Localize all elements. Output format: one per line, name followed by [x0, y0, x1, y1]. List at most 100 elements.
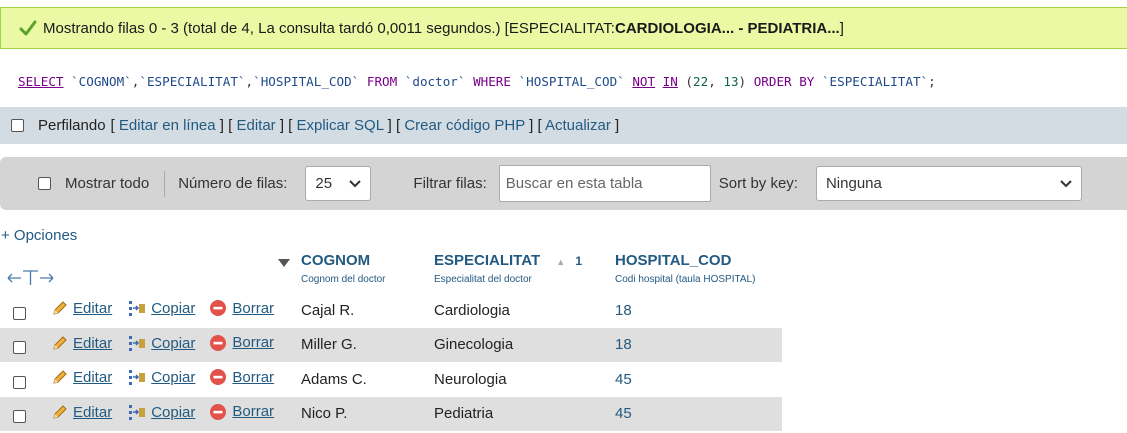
- delete-label: Borrar: [232, 334, 275, 352]
- cell-cognom[interactable]: Cajal R.: [297, 293, 430, 328]
- sort-order: 1: [575, 254, 583, 268]
- cell-hospital-cod[interactable]: 18: [611, 293, 782, 328]
- sql-token: FROM: [366, 73, 398, 89]
- edit-row-link[interactable]: Editar: [51, 335, 112, 352]
- row-checkbox[interactable]: [13, 410, 26, 424]
- sql-token: `HOSPITAL_COD`: [253, 73, 360, 89]
- cell-especialitat[interactable]: Cardiologia: [430, 293, 611, 328]
- copy-icon: [128, 404, 146, 421]
- edit-row-link[interactable]: Editar: [51, 369, 112, 386]
- explain-sql-link[interactable]: Explicar SQL: [297, 117, 384, 134]
- profiling-label: Perfilando: [38, 117, 106, 134]
- column-name: HOSPITAL_COD: [615, 252, 732, 269]
- profiling-checkbox[interactable]: [11, 119, 24, 132]
- copy-icon: [128, 335, 146, 352]
- copy-label: Copiar: [151, 403, 196, 421]
- sql-token: ): [738, 73, 754, 89]
- navigation-bar: Mostrar todo Número de filas: 25 Filtrar…: [0, 157, 1127, 210]
- copy-row-link[interactable]: Copiar: [128, 404, 195, 421]
- delete-label: Borrar: [232, 299, 275, 317]
- copy-row-link[interactable]: Copiar: [128, 335, 195, 352]
- create-php-link[interactable]: Crear código PHP: [404, 117, 525, 134]
- divider: [164, 170, 166, 197]
- row-actions: Editar Copiar Borrar: [0, 293, 297, 328]
- copy-row-link[interactable]: Copiar: [128, 369, 195, 386]
- edit-link[interactable]: Editar: [236, 117, 275, 134]
- rows-label: Número de filas:: [178, 175, 288, 192]
- sort-label: Sort by key:: [718, 175, 798, 192]
- pencil-icon: [51, 404, 68, 421]
- sql-token[interactable]: SELECT: [18, 74, 64, 89]
- sql-token: ,: [245, 73, 254, 89]
- delete-row-link[interactable]: Borrar: [209, 368, 274, 386]
- filter-input[interactable]: Buscar en esta tabla: [498, 165, 711, 202]
- edit-row-link[interactable]: Editar: [51, 404, 112, 421]
- profiling-bar: Perfilando [ Editar en línea ] [ Editar …: [0, 107, 1127, 144]
- sort-select[interactable]: Ninguna: [815, 166, 1082, 201]
- rows-select[interactable]: 25: [305, 166, 372, 201]
- options-link[interactable]: + Opciones: [1, 227, 77, 244]
- table-row: Editar Copiar Borrar Miller G. Ginecologia 18: [0, 327, 782, 362]
- refresh-link[interactable]: Actualizar: [545, 117, 611, 134]
- sql-token: `HOSPITAL_COD`: [518, 73, 625, 89]
- cell-cognom[interactable]: Nico P.: [297, 396, 430, 431]
- edit-row-link[interactable]: Editar: [51, 300, 112, 317]
- table-row: Editar Copiar Borrar Adams C. Neurologia 45: [0, 362, 782, 397]
- copy-icon: [128, 369, 146, 386]
- sql-token: WHERE: [473, 73, 511, 89]
- chevron-down-icon: [1060, 175, 1072, 192]
- cell-cognom[interactable]: Miller G.: [297, 327, 430, 362]
- cell-cognom[interactable]: Adams C.: [297, 362, 430, 397]
- sql-token: ,: [131, 73, 140, 89]
- sql-token: `doctor`: [404, 73, 466, 89]
- sql-token[interactable]: IN: [663, 74, 678, 89]
- copy-row-link[interactable]: Copiar: [128, 300, 195, 317]
- delete-row-link[interactable]: Borrar: [209, 403, 274, 421]
- cell-especialitat[interactable]: Neurologia: [430, 362, 611, 397]
- cell-hospital-cod[interactable]: 18: [611, 327, 782, 362]
- show-all-checkbox[interactable]: [38, 177, 51, 190]
- edit-label: Editar: [73, 334, 113, 352]
- row-checkbox[interactable]: [13, 375, 26, 389]
- delete-icon: [209, 299, 227, 317]
- pencil-icon: [51, 369, 68, 386]
- cell-especialitat[interactable]: Ginecologia: [430, 327, 611, 362]
- sort-value: Ninguna: [825, 175, 882, 192]
- sql-token: `ESPECIALITAT`: [139, 73, 246, 89]
- column-header-especialitat[interactable]: ESPECIALITAT ▲ 1 Especialitat del doctor: [430, 248, 611, 293]
- sql-token[interactable]: NOT: [632, 74, 655, 89]
- sort-arrow-icon[interactable]: [277, 255, 291, 272]
- column-header-hospital-cod[interactable]: HOSPITAL_COD Codi hospital (taula HOSPIT…: [611, 248, 782, 293]
- delete-label: Borrar: [232, 403, 275, 421]
- action-header: [0, 248, 297, 293]
- message-close: ]: [839, 19, 844, 37]
- copy-label: Copiar: [151, 369, 196, 387]
- delete-icon: [209, 334, 227, 352]
- delete-row-link[interactable]: Borrar: [209, 299, 274, 317]
- delete-row-link[interactable]: Borrar: [209, 334, 274, 352]
- cell-especialitat[interactable]: Pediatria: [430, 396, 611, 431]
- sql-token: `ESPECIALITAT`: [821, 73, 929, 89]
- sql-token: 22: [693, 73, 709, 89]
- filter-placeholder: Buscar en esta tabla: [505, 175, 643, 192]
- cell-hospital-cod[interactable]: 45: [611, 396, 782, 431]
- table-row: Editar Copiar Borrar Cajal R. Cardiologia 18: [0, 293, 782, 328]
- column-resize-icon[interactable]: [7, 268, 67, 290]
- sql-query: SELECT `COGNOM`, `ESPECIALITAT`, `HOSPITAL…: [0, 57, 1127, 105]
- column-name: ESPECIALITAT: [434, 252, 541, 269]
- edit-label: Editar: [73, 403, 113, 421]
- column-header-cognom[interactable]: COGNOM Cognom del doctor: [297, 248, 430, 293]
- sql-token: `COGNOM`: [71, 73, 132, 89]
- row-checkbox[interactable]: [13, 341, 26, 355]
- sql-token: (: [677, 73, 694, 89]
- row-checkbox[interactable]: [13, 306, 26, 320]
- table-row: Editar Copiar Borrar Nico P. Pediatria 45: [0, 396, 782, 431]
- edit-inline-link[interactable]: Editar en línea: [119, 117, 216, 134]
- cell-hospital-cod[interactable]: 45: [611, 362, 782, 397]
- edit-label: Editar: [73, 369, 113, 387]
